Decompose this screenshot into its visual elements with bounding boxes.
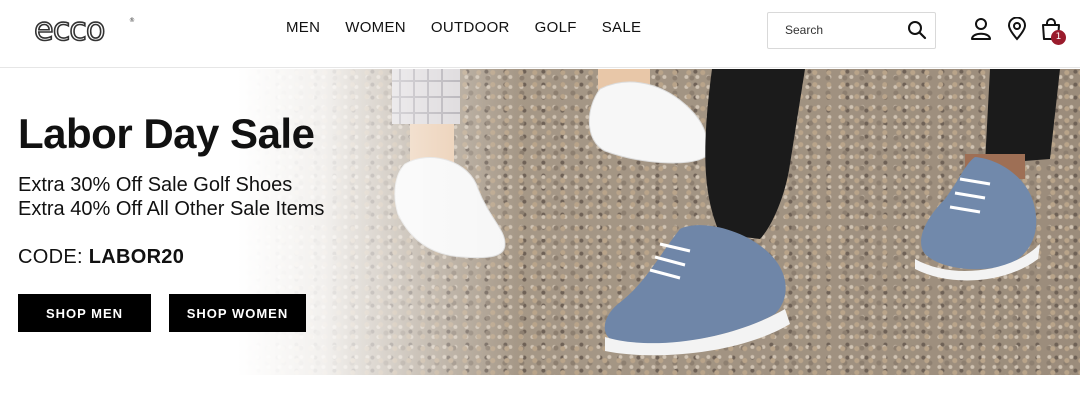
main-nav: MEN WOMEN OUTDOOR GOLF SALE [286, 19, 641, 36]
svg-text:ecco: ecco [34, 14, 104, 46]
ecco-logo[interactable]: ecco ® [34, 14, 136, 46]
search-input[interactable] [785, 23, 905, 37]
nav-sale[interactable]: SALE [602, 19, 642, 36]
hero-title: Labor Day Sale [18, 110, 315, 157]
svg-text:®: ® [129, 17, 135, 24]
cart-count-badge: 1 [1051, 30, 1066, 45]
account-icon[interactable] [970, 17, 992, 41]
nav-men[interactable]: MEN [286, 19, 320, 36]
hero-offer-line-2: Extra 40% Off All Other Sale Items [18, 198, 325, 220]
nav-golf[interactable]: GOLF [535, 19, 577, 36]
nav-women[interactable]: WOMEN [345, 19, 406, 36]
store-locator-icon[interactable] [1006, 17, 1028, 41]
promo-code-label: CODE: [18, 246, 83, 268]
hero-offer-line-1: Extra 30% Off Sale Golf Shoes [18, 174, 293, 196]
shop-men-button[interactable]: SHOP MEN [18, 294, 151, 332]
search-icon[interactable] [907, 20, 927, 40]
promo-code-value: LABOR20 [88, 246, 185, 268]
shop-women-button[interactable]: SHOP WOMEN [169, 294, 306, 332]
nav-outdoor[interactable]: OUTDOOR [431, 19, 510, 36]
search-box [767, 12, 936, 49]
site-header: ecco ® MEN WOMEN OUTDOOR GOLF SALE 1 [0, 0, 1080, 68]
promo-code: CODE: LABOR20 [18, 246, 184, 269]
